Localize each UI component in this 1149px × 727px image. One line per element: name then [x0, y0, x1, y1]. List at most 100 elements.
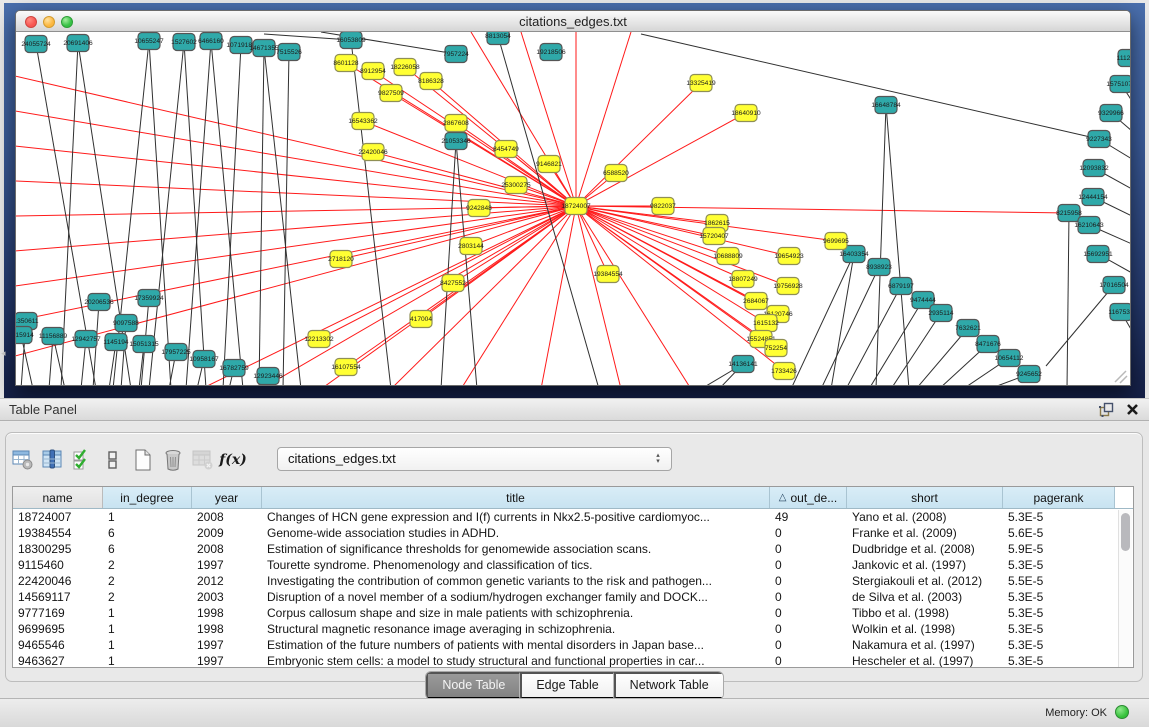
graph-node[interactable]: 10958167 [189, 351, 219, 368]
selection-mode-icon[interactable] [68, 447, 98, 473]
graph-node[interactable]: 14136141 [728, 356, 758, 373]
graph-node[interactable]: 15720407 [699, 228, 729, 245]
graph-node[interactable]: 7957224 [443, 46, 469, 63]
table-select-dropdown[interactable]: citations_edges.txt ▴▾ [277, 447, 672, 471]
graph-node[interactable]: 10655247 [134, 33, 164, 50]
graph-node[interactable]: 18724007 [561, 198, 591, 215]
graph-node[interactable]: 7632621 [955, 320, 981, 337]
table-header-row[interactable]: namein_degreeyeartitle△out_de...shortpag… [13, 487, 1133, 509]
memory-status-icon[interactable] [1115, 705, 1129, 719]
panel-collapse-arrow[interactable]: ◂ [1, 348, 6, 359]
graph-node[interactable]: 6588520 [603, 165, 629, 182]
graph-node[interactable]: 1733426 [771, 363, 797, 380]
graph-node[interactable]: 1167534 [1108, 304, 1130, 321]
table-row[interactable]: 1830029562008Estimation of significance … [13, 541, 1133, 557]
tab-edge-table[interactable]: Edge Table [520, 672, 613, 699]
graph-node[interactable]: 16543362 [348, 113, 378, 130]
graph-node[interactable]: 16107554 [331, 359, 361, 376]
graph-node[interactable]: 1527602 [171, 34, 197, 51]
graph-node[interactable]: 16053809 [336, 32, 366, 49]
graph-node[interactable]: 11156889 [39, 328, 68, 345]
graph-node[interactable]: 1145194 [103, 334, 129, 351]
column-header-out-de-[interactable]: △out_de... [770, 487, 847, 508]
graph-node[interactable]: 8601128 [333, 55, 359, 72]
graph-node[interactable]: 14671355 [249, 40, 279, 57]
table-row[interactable]: 1872400712008Changes of HCN gene express… [13, 509, 1133, 525]
graph-node[interactable]: 9329966 [1098, 105, 1124, 122]
graph-node[interactable]: 20691406 [63, 35, 93, 52]
graph-node[interactable]: 20206536 [84, 294, 114, 311]
graph-node[interactable]: 12093832 [1079, 160, 1109, 177]
graph-node[interactable]: 10654112 [995, 350, 1024, 367]
graph-node[interactable]: 2867608 [443, 115, 469, 132]
close-window-icon[interactable] [25, 16, 37, 28]
graph-node[interactable]: 24055724 [21, 36, 51, 53]
graph-node[interactable]: 8813054 [485, 32, 511, 45]
graph-node[interactable]: 22420046 [358, 144, 388, 161]
table-panel-header[interactable]: Table Panel [0, 398, 1149, 421]
tab-node-table[interactable]: Node Table [426, 672, 520, 699]
table-row[interactable]: 969969511998Structural magnetic resonanc… [13, 621, 1133, 637]
table-scrollbar-thumb[interactable] [1121, 513, 1130, 551]
graph-node[interactable]: 2935114 [928, 305, 954, 322]
graph-node[interactable]: 2684067 [743, 293, 769, 310]
graph-node[interactable]: 2718120 [328, 251, 354, 268]
graph-node[interactable]: 2803144 [458, 238, 484, 255]
graph-node[interactable]: 9699695 [823, 233, 849, 250]
table-row[interactable]: 946554611997Estimation of the future num… [13, 637, 1133, 653]
graph-node[interactable]: 18226058 [390, 59, 420, 76]
column-visibility-icon[interactable] [38, 447, 68, 473]
graph-node[interactable]: 12923446 [253, 368, 283, 385]
graph-node[interactable]: 9227343 [1086, 131, 1112, 148]
node-table[interactable]: namein_degreeyeartitle△out_de...shortpag… [12, 486, 1134, 668]
graph-node[interactable]: 18807249 [728, 271, 758, 288]
column-header-short[interactable]: short [847, 487, 1003, 508]
graph-node[interactable]: 12213302 [304, 331, 334, 348]
create-column-icon[interactable] [128, 447, 158, 473]
graph-node[interactable]: 17016504 [1099, 277, 1129, 294]
graph-node[interactable]: 8471676 [975, 336, 1001, 353]
column-header-year[interactable]: year [192, 487, 262, 508]
graph-node[interactable]: 16782759 [219, 360, 249, 377]
graph-node[interactable]: 7515526 [276, 44, 302, 61]
table-mode-icon[interactable] [8, 447, 38, 473]
graph-node[interactable]: 9822037 [650, 198, 676, 215]
graph-node[interactable]: 8454749 [493, 141, 519, 158]
delete-table-icon[interactable] [188, 447, 218, 473]
graph-node[interactable]: 9146821 [536, 156, 562, 173]
table-row[interactable]: 977716911998Corpus callosum shape and si… [13, 605, 1133, 621]
graph-node[interactable]: 8186328 [418, 73, 444, 90]
function-builder-icon[interactable]: f(x) [218, 447, 248, 473]
graph-node[interactable]: 16648784 [871, 97, 901, 114]
graph-node[interactable]: 17359924 [134, 290, 164, 307]
graph-node[interactable]: 417004 [410, 311, 432, 328]
zoom-window-icon[interactable] [61, 16, 73, 28]
delete-column-icon[interactable] [158, 447, 188, 473]
graph-node[interactable]: 25300275 [501, 177, 531, 194]
graph-node[interactable]: 15751074 [1106, 76, 1130, 93]
graph-node[interactable]: 21053346 [441, 133, 471, 150]
graph-node[interactable]: 6466160 [198, 33, 224, 50]
graph-node[interactable]: 15051315 [129, 336, 159, 353]
table-row[interactable]: 2242004622012Investigating the contribut… [13, 573, 1133, 589]
network-canvas[interactable]: 24055724 20691406 10655247 15276026466160 10… [16, 32, 1130, 385]
graph-node[interactable]: 9242848 [466, 200, 492, 217]
graph-node[interactable]: 752254 [765, 340, 787, 357]
graph-node[interactable]: 8427552 [440, 275, 466, 292]
graph-node[interactable]: 8938923 [866, 259, 892, 276]
graph-node[interactable]: 17957225 [161, 344, 191, 361]
graph-node[interactable]: 19218506 [536, 44, 566, 61]
column-header-title[interactable]: title [262, 487, 770, 508]
tab-network-table[interactable]: Network Table [614, 672, 723, 699]
graph-node[interactable]: 6879197 [888, 278, 914, 295]
graph-node[interactable]: 10688809 [713, 248, 743, 265]
graph-node[interactable]: 18640910 [731, 105, 761, 122]
table-row[interactable]: 1456911722003Disruption of a novel membe… [13, 589, 1133, 605]
table-body[interactable]: 1872400712008Changes of HCN gene express… [13, 509, 1133, 668]
column-header-in-degree[interactable]: in_degree [103, 487, 192, 508]
graph-node[interactable]: 9245652 [1016, 366, 1042, 383]
graph-node[interactable]: 16210643 [1074, 217, 1104, 234]
close-panel-icon[interactable] [1126, 403, 1139, 416]
graph-node[interactable]: 1615132 [753, 315, 779, 332]
graph-node[interactable]: 9097588 [113, 315, 139, 332]
